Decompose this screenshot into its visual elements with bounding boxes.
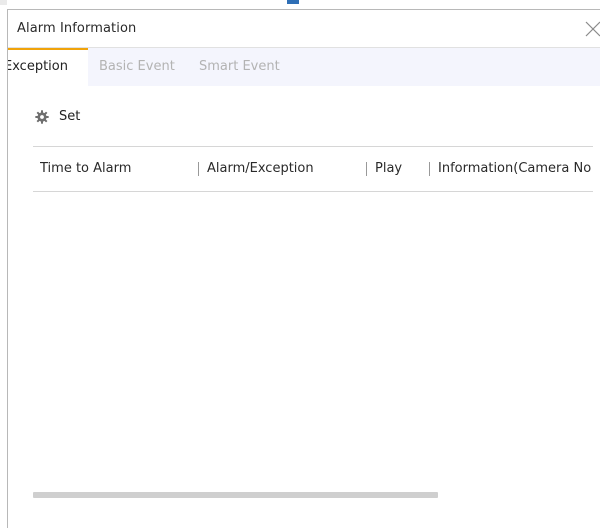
window-corner — [0, 0, 7, 5]
close-icon[interactable] — [583, 19, 600, 39]
tab-smart-event[interactable]: Smart Event — [199, 48, 280, 86]
tab-basic-event[interactable]: Basic Event — [99, 48, 175, 86]
column-header-time-to-alarm[interactable]: Time to Alarm — [40, 147, 190, 191]
column-divider[interactable] — [429, 162, 430, 176]
gear-icon — [35, 109, 49, 124]
dialog-title: Alarm Information — [17, 21, 137, 36]
alarm-information-dialog: Alarm Information Exception Basic Event … — [7, 9, 600, 528]
top-indicator — [287, 0, 299, 4]
column-header-alarm-exception[interactable]: Alarm/Exception — [207, 147, 357, 191]
set-button[interactable]: Set — [35, 106, 80, 126]
tab-bar: Exception Basic Event Smart Event — [8, 48, 600, 86]
column-divider[interactable] — [366, 162, 367, 176]
column-header-play[interactable]: Play — [375, 147, 425, 191]
table-header: Time to Alarm Alarm/Exception Play Infor… — [33, 146, 593, 192]
dialog-titlebar: Alarm Information — [8, 10, 600, 48]
set-button-label: Set — [59, 108, 81, 124]
column-divider[interactable] — [198, 162, 199, 176]
column-header-information[interactable]: Information(Camera No — [438, 147, 598, 191]
horizontal-scrollbar[interactable] — [33, 492, 593, 498]
tab-exception[interactable]: Exception — [8, 48, 88, 86]
table-body — [33, 193, 593, 483]
scrollbar-thumb[interactable] — [33, 492, 438, 498]
